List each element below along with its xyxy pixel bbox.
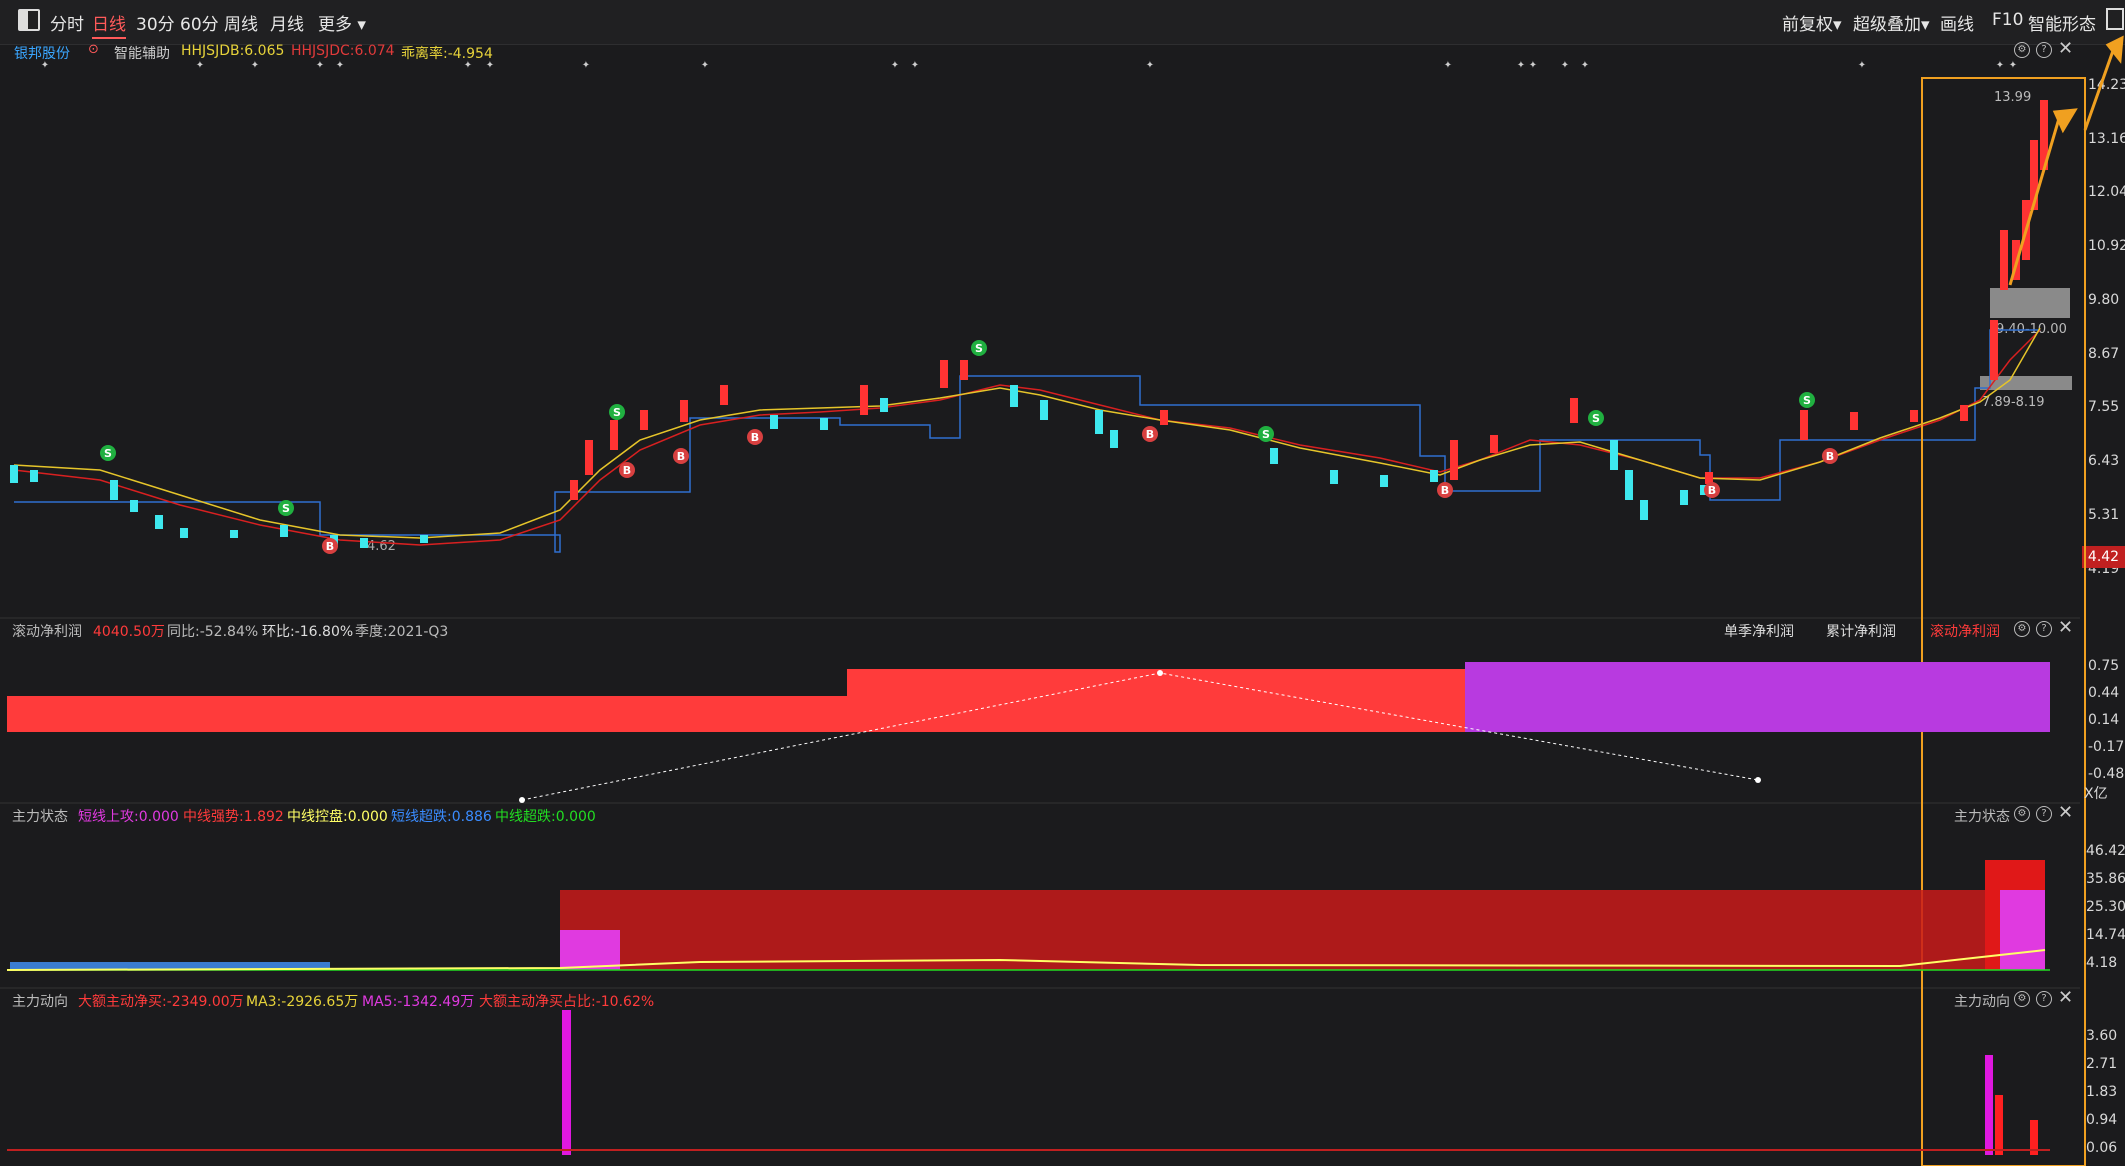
force-item: 短线超跌:0.886 <box>391 809 492 825</box>
step-line <box>14 329 2040 553</box>
y-tick: 2.71 <box>2086 1056 2118 1072</box>
top-dots: ✦ ✦ ✦ ✦ ✦ ✦ ✦ ✦ ✦ ✦ ✦ ✦ ✦ ✦ ✦ ✦ ✦ ✦ ✦ ✦ <box>41 60 2017 71</box>
svg-text:S: S <box>1803 394 1811 407</box>
svg-text:✦: ✦ <box>1444 60 1452 71</box>
y-unit: X亿 <box>2084 786 2108 802</box>
profit-bar <box>1465 662 2050 732</box>
svg-text:✦: ✦ <box>1581 60 1589 71</box>
svg-text:✦: ✦ <box>41 60 49 71</box>
y-tick: 0.75 <box>2088 658 2120 674</box>
buy-sell-markers: S S B S B B B S B S B S B S B <box>100 340 1838 554</box>
tab-rolling-profit[interactable]: 滚动净利润 <box>1930 621 2000 641</box>
force-item: 中线控盘:0.000 <box>287 809 388 825</box>
close-icon[interactable]: ✕ <box>2058 619 2073 637</box>
svg-text:B: B <box>623 464 631 477</box>
settings-icon[interactable]: ⚙ <box>2014 991 2030 1007</box>
flow-bar <box>1985 1055 1993 1155</box>
svg-text:✦: ✦ <box>1858 60 1866 71</box>
tab-quarterly-profit[interactable]: 单季净利润 <box>1724 621 1794 641</box>
profit-bar <box>7 696 847 732</box>
svg-text:✦: ✦ <box>1146 60 1154 71</box>
svg-text:✦: ✦ <box>2009 60 2017 71</box>
flow-item: 大额主动净买占比:-10.62% <box>479 994 655 1010</box>
svg-text:S: S <box>613 406 621 419</box>
resistance-zone-box <box>1990 288 2070 318</box>
ma-red <box>13 329 2041 546</box>
settings-icon[interactable]: ⚙ <box>2014 806 2030 822</box>
force-bars <box>10 860 2045 970</box>
y-tick: 0.14 <box>2088 712 2120 728</box>
svg-text:✦: ✦ <box>316 60 324 71</box>
svg-text:S: S <box>1262 428 1270 441</box>
force-item: 中线超跌:0.000 <box>495 809 596 825</box>
y-tick: 0.44 <box>2088 685 2120 701</box>
svg-text:✦: ✦ <box>464 60 472 71</box>
force-right-title: 主力状态 <box>1954 809 2010 825</box>
close-icon[interactable]: ✕ <box>2058 804 2073 822</box>
svg-text:S: S <box>1592 412 1600 425</box>
flow-right-title: 主力动向 <box>1954 994 2010 1010</box>
y-tick: 3.60 <box>2086 1028 2118 1044</box>
svg-text:✦: ✦ <box>891 60 899 71</box>
y-tick: 0.94 <box>2086 1112 2118 1128</box>
y-tick: 14.74 <box>2086 927 2125 943</box>
help-icon[interactable]: ? <box>2036 991 2052 1007</box>
help-icon[interactable]: ? <box>2036 621 2052 637</box>
svg-text:S: S <box>975 342 983 355</box>
flow-item: 大额主动净买:-2349.00万 <box>78 994 244 1010</box>
y-tick: 46.42 <box>2086 843 2125 859</box>
svg-text:✦: ✦ <box>251 60 259 71</box>
y-tick: -0.48 <box>2088 766 2125 782</box>
flow-item: MA5:-1342.49万 <box>362 994 475 1010</box>
force-title: 主力状态 <box>12 809 68 825</box>
svg-text:✦: ✦ <box>486 60 494 71</box>
profit-qoq: 环比:-16.80% <box>262 624 354 640</box>
svg-text:B: B <box>751 431 759 444</box>
y-tick: 4.18 <box>2086 955 2118 971</box>
profit-quarter: 季度:2021-Q3 <box>355 624 449 640</box>
svg-text:✦: ✦ <box>196 60 204 71</box>
svg-text:✦: ✦ <box>701 60 709 71</box>
profit-value: 4040.50万 <box>93 624 165 640</box>
svg-text:✦: ✦ <box>1517 60 1525 71</box>
profit-bar <box>847 669 1465 732</box>
flow-item: MA3:-2926.65万 <box>246 994 359 1010</box>
close-icon[interactable]: ✕ <box>2058 989 2073 1007</box>
profit-title: 滚动净利润 <box>12 624 82 640</box>
svg-text:B: B <box>1826 450 1834 463</box>
svg-text:✦: ✦ <box>1561 60 1569 71</box>
tab-cumulative-profit[interactable]: 累计净利润 <box>1826 621 1896 641</box>
svg-text:✦: ✦ <box>1996 60 2004 71</box>
force-item: 短线上攻:0.000 <box>78 809 179 825</box>
ma-yellow <box>13 327 2041 539</box>
y-tick: 0.06 <box>2086 1140 2118 1156</box>
force-item: 中线强势:1.892 <box>183 809 284 825</box>
svg-text:B: B <box>677 450 685 463</box>
svg-text:✦: ✦ <box>1529 60 1537 71</box>
svg-text:S: S <box>282 502 290 515</box>
settings-icon[interactable]: ⚙ <box>2014 621 2030 637</box>
flow-title: 主力动向 <box>12 994 68 1010</box>
svg-text:✦: ✦ <box>582 60 590 71</box>
profit-yoy: 同比:-52.84% <box>167 624 259 640</box>
svg-text:B: B <box>1441 484 1449 497</box>
y-tick: 25.30 <box>2086 899 2125 915</box>
svg-text:✦: ✦ <box>911 60 919 71</box>
y-tick: -0.17 <box>2088 739 2125 755</box>
y-tick: 35.86 <box>2086 871 2125 887</box>
candlesticks <box>10 100 2048 548</box>
flow-bar <box>562 1010 571 1155</box>
flow-bar <box>1995 1095 2003 1155</box>
help-icon[interactable]: ? <box>2036 806 2052 822</box>
svg-text:B: B <box>1708 484 1716 497</box>
svg-text:S: S <box>104 447 112 460</box>
svg-text:B: B <box>1146 428 1154 441</box>
y-tick: 1.83 <box>2086 1084 2118 1100</box>
svg-text:✦: ✦ <box>336 60 344 71</box>
svg-text:B: B <box>326 540 334 553</box>
